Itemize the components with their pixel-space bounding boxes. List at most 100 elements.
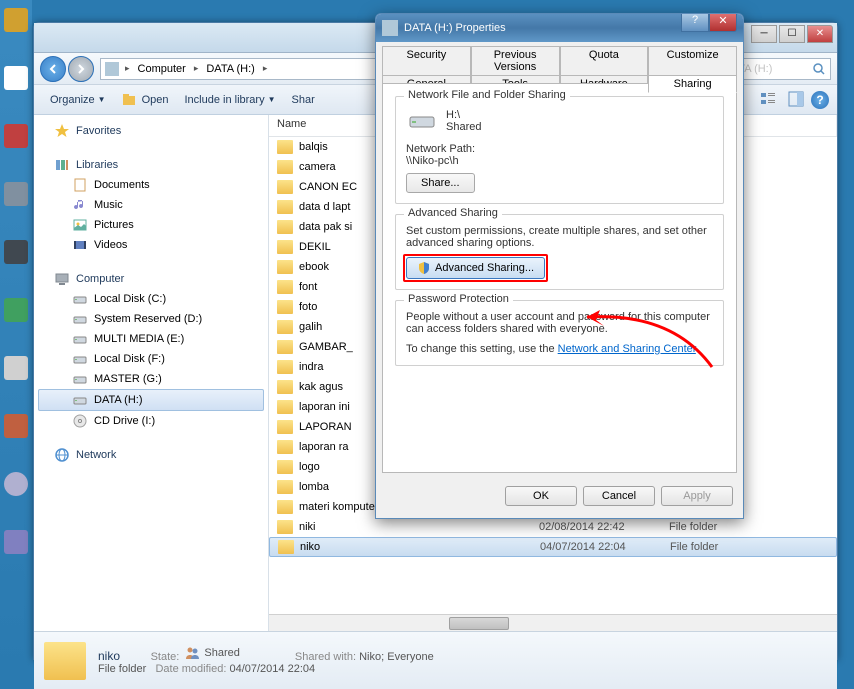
nav-drive[interactable]: MASTER (G:) [34,369,268,389]
folder-icon [277,180,293,194]
nav-music[interactable]: Music [34,195,268,215]
folder-icon [277,260,293,274]
tab-sharing[interactable]: Sharing [648,75,737,93]
back-button[interactable] [40,56,66,82]
shield-icon [417,261,431,275]
properties-dialog: DATA (H:) Properties ? ✕ Security Previo… [375,13,744,519]
tab-previous-versions[interactable]: Previous Versions [471,46,560,75]
apply-button[interactable]: Apply [661,486,733,506]
folder-icon [277,220,293,234]
network-sharing-group: Network File and Folder Sharing H:\ Shar… [395,96,724,204]
datemod-label: Date modified: [155,663,226,675]
folder-icon [277,400,293,414]
folder-icon [277,520,293,534]
libraries-header[interactable]: Libraries [34,155,268,175]
close-button[interactable]: ✕ [807,25,833,43]
nav-drive[interactable]: System Reserved (D:) [34,309,268,329]
folder-icon [277,200,293,214]
dialog-close-button[interactable]: ✕ [709,14,737,32]
minimize-button[interactable]: ─ [751,25,777,43]
folder-icon [277,300,293,314]
advanced-desc: Set custom permissions, create multiple … [406,225,713,249]
ok-button[interactable]: OK [505,486,577,506]
tab-security[interactable]: Security [382,46,471,75]
breadcrumb-computer[interactable]: Computer [132,63,192,75]
preview-pane-icon[interactable] [787,90,807,110]
tab-quota[interactable]: Quota [560,46,649,75]
folder-icon [277,480,293,494]
maximize-button[interactable]: ☐ [779,25,805,43]
nav-videos[interactable]: Videos [34,235,268,255]
folder-icon [44,642,86,680]
folder-icon [277,440,293,454]
folder-icon [277,140,293,154]
advanced-sharing-group: Advanced Sharing Set custom permissions,… [395,214,724,290]
folder-icon [277,280,293,294]
favorites-header[interactable]: Favorites [34,121,268,141]
view-options-icon[interactable] [759,90,779,110]
share-button[interactable]: Share... [406,173,475,193]
folder-icon [277,380,293,394]
dialog-buttons: OK Cancel Apply [376,480,743,512]
drive-large-icon [406,107,438,135]
folder-icon [277,420,293,434]
folder-icon [277,160,293,174]
search-icon [812,62,826,76]
sharedwith-label: Shared with: [295,651,356,663]
share-state: Shared [446,121,481,133]
drive-icon [105,62,119,76]
tab-strip: Security Previous Versions Quota Customi… [376,42,743,84]
organize-menu[interactable]: Organize▼ [42,94,114,106]
password-desc2-a: To change this setting, use the [406,343,558,355]
breadcrumb-arrow-icon: ▸ [263,63,268,74]
folder-icon [277,500,293,514]
dialog-help-button[interactable]: ? [681,14,709,32]
selected-name: niko [98,649,120,663]
group-title: Network File and Folder Sharing [404,89,570,101]
share-menu[interactable]: Shar [284,94,323,106]
folder-icon [277,360,293,374]
datemod-value: 04/07/2014 22:04 [229,663,315,675]
nav-drive[interactable]: MULTI MEDIA (E:) [34,329,268,349]
folder-icon [277,320,293,334]
nav-documents[interactable]: Documents [34,175,268,195]
computer-header[interactable]: Computer [34,269,268,289]
advanced-sharing-button[interactable]: Advanced Sharing... [406,257,545,279]
network-path-label: Network Path: [406,143,713,155]
dialog-title: DATA (H:) Properties [404,22,506,34]
group-title: Password Protection [404,293,513,305]
nav-drive[interactable]: Local Disk (C:) [34,289,268,309]
folder-icon [278,540,294,554]
include-library-menu[interactable]: Include in library▼ [176,94,283,106]
folder-icon [277,460,293,474]
nav-drive[interactable]: DATA (H:) [38,389,264,411]
file-row[interactable]: niki02/08/2014 22:42File folder [269,517,837,537]
breadcrumb-arrow-icon: ▸ [125,63,130,74]
scrollbar-thumb[interactable] [449,617,509,630]
breadcrumb-drive[interactable]: DATA (H:) [200,63,260,75]
folder-icon [277,340,293,354]
tab-customize[interactable]: Customize [648,46,737,75]
nav-drive[interactable]: CD Drive (I:) [34,411,268,431]
horizontal-scrollbar[interactable] [269,614,837,631]
tab-content: Network File and Folder Sharing H:\ Shar… [382,83,737,473]
help-icon[interactable]: ? [811,91,829,109]
group-title: Advanced Sharing [404,207,502,219]
folder-icon [277,240,293,254]
sharedwith-value: Niko; Everyone [359,651,434,663]
type-label: File folder [98,663,146,675]
dialog-titlebar[interactable]: DATA (H:) Properties ? ✕ [376,14,743,42]
cancel-button[interactable]: Cancel [583,486,655,506]
share-name: H:\ [446,109,481,121]
drive-icon [382,20,398,36]
file-row[interactable]: niko04/07/2014 22:04File folder [269,537,837,557]
details-pane: niko State: Shared Shared with: Niko; Ev… [34,631,837,689]
nav-pictures[interactable]: Pictures [34,215,268,235]
network-path-value: \\Niko-pc\h [406,155,713,167]
annotation-arrow [572,302,722,382]
nav-drive[interactable]: Local Disk (F:) [34,349,268,369]
forward-button[interactable] [68,56,94,82]
network-header[interactable]: Network [34,445,268,465]
open-button[interactable]: Open [114,93,177,107]
breadcrumb-arrow-icon: ▸ [194,63,199,74]
